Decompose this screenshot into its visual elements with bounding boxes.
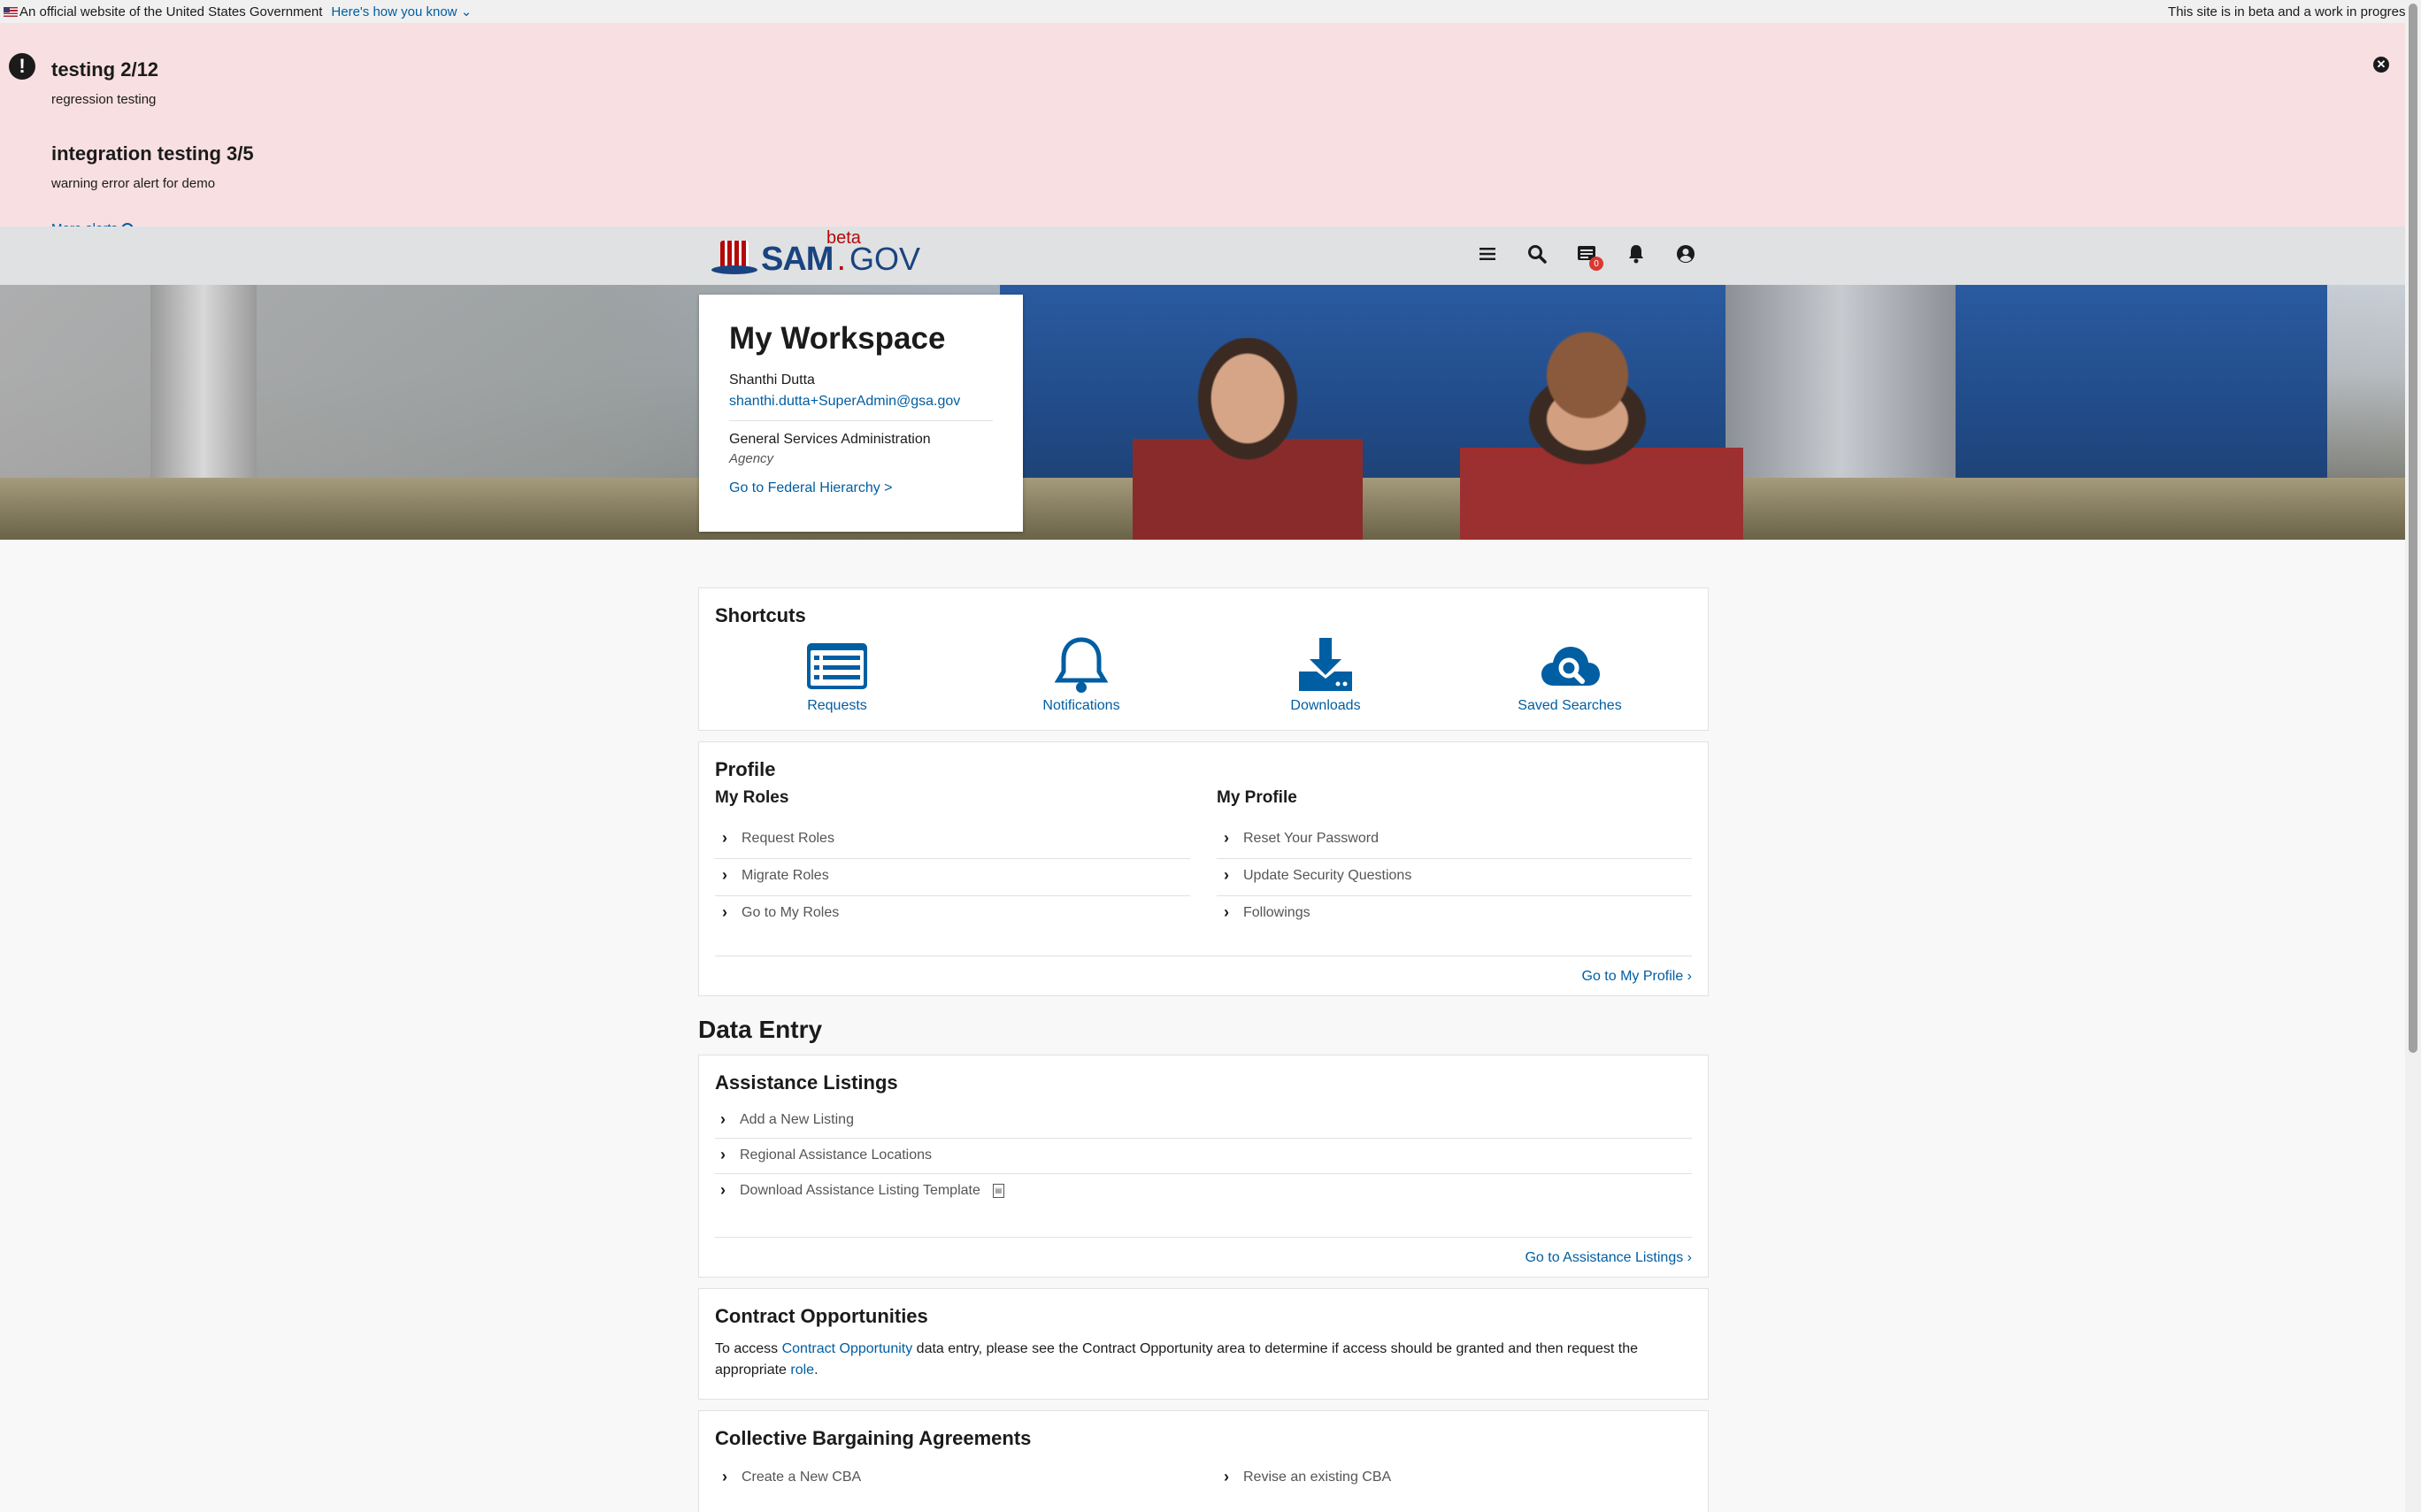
shortcut-label: Saved Searches — [1518, 698, 1622, 713]
contract-opportunities-title: Contract Opportunities — [715, 1305, 928, 1327]
request-roles-link[interactable]: › Request Roles — [715, 822, 1190, 859]
chevron-right-icon: › — [722, 866, 727, 884]
regional-assistance-locations-link[interactable]: › Regional Assistance Locations — [715, 1139, 1692, 1174]
shortcut-requests[interactable]: Requests — [715, 636, 959, 714]
profile-title: Profile — [715, 758, 776, 780]
cba-title: Collective Bargaining Agreements — [715, 1427, 1032, 1449]
reset-password-link[interactable]: › Reset Your Password — [1217, 822, 1692, 859]
menu-icon[interactable] — [1476, 242, 1499, 265]
my-roles-title: My Roles — [715, 788, 789, 807]
chevron-right-icon: › — [1224, 903, 1229, 921]
organization-type: Agency — [729, 451, 774, 466]
chevron-right-icon: › — [722, 1468, 727, 1485]
data-entry-title: Data Entry — [698, 1016, 823, 1043]
messages-badge: 0 — [1589, 257, 1603, 271]
go-to-assistance-listings-link[interactable]: Go to Assistance Listings › — [1525, 1250, 1692, 1265]
alert-item: testing 2/12 regression testing — [51, 58, 2370, 107]
my-profile-title: My Profile — [1217, 788, 1297, 807]
beta-label: beta — [826, 228, 861, 248]
site-header: SAM. GOV beta 0 — [0, 226, 2421, 285]
my-profile-column: My Profile › Reset Your Password › Update … — [1217, 788, 1692, 933]
shortcut-label: Requests — [807, 698, 867, 713]
download-listing-template-link[interactable]: › Download Assistance Listing Template ▤ — [715, 1174, 1692, 1209]
cba-card: Collective Bargaining Agreements › Create… — [698, 1410, 1709, 1512]
uncle-sam-hat-icon — [711, 241, 757, 276]
chevron-down-icon: ⌄ — [457, 4, 473, 19]
alert-body: warning error alert for demo — [51, 176, 216, 191]
contract-opportunity-link[interactable]: Contract Opportunity — [782, 1341, 913, 1356]
chevron-right-icon: › — [720, 1110, 726, 1128]
user-email-link[interactable]: shanthi.dutta+SuperAdmin@gsa.gov — [729, 394, 993, 410]
contract-opportunities-card: Contract Opportunities To access Contrac… — [698, 1288, 1709, 1400]
alert-title: testing 2/12 — [51, 58, 159, 81]
go-to-my-profile-link[interactable]: Go to My Profile › — [1582, 969, 1692, 984]
shortcut-notifications[interactable]: Notifications — [959, 636, 1203, 714]
messages-icon[interactable]: 0 — [1575, 242, 1603, 271]
download-icon — [1299, 638, 1352, 691]
close-alerts-button[interactable]: ✕ — [2373, 57, 2389, 73]
migrate-roles-link[interactable]: › Migrate Roles — [715, 859, 1190, 896]
sam-gov-logo[interactable]: SAM. GOV beta — [711, 228, 920, 276]
scrollbar-thumb[interactable] — [2409, 4, 2417, 1053]
hero-banner-image — [0, 285, 2421, 540]
how-you-know-link[interactable]: Here's how you know ⌄ — [331, 4, 472, 19]
go-to-my-roles-link[interactable]: › Go to My Roles — [715, 896, 1190, 933]
shortcut-saved-searches[interactable]: Saved Searches — [1448, 636, 1692, 714]
gov-banner: An official website of the United States… — [0, 0, 2421, 23]
profile-card: Profile My Roles › Request Roles › Migrate… — [698, 741, 1709, 996]
cloud-search-icon — [1541, 647, 1600, 686]
chevron-right-icon: › — [722, 829, 727, 847]
search-icon[interactable] — [1526, 242, 1549, 265]
alerts-panel: ! ✕ testing 2/12 regression testing inte… — [0, 23, 2421, 236]
list-icon — [807, 643, 867, 689]
my-roles-column: My Roles › Request Roles › Migrate Roles ›… — [715, 788, 1190, 933]
followings-link[interactable]: › Followings — [1217, 896, 1692, 933]
page-title: My Workspace — [729, 321, 946, 356]
add-new-listing-link[interactable]: › Add a New Listing — [715, 1103, 1692, 1139]
chevron-right-icon: › — [720, 1146, 726, 1163]
user-name: Shanthi Dutta — [729, 372, 815, 388]
organization-name: General Services Administration — [729, 432, 931, 447]
chevron-right-icon: › — [720, 1181, 726, 1199]
beta-notice: This site is in beta and a work in progr… — [2168, 4, 2412, 19]
us-flag-icon: An official website of the United States… — [4, 4, 322, 19]
divider — [729, 420, 993, 421]
chevron-right-icon: › — [1687, 1250, 1692, 1265]
chevron-right-icon: › — [722, 903, 727, 921]
shortcut-label: Downloads — [1290, 698, 1361, 713]
official-site-text: An official website of the United States… — [19, 4, 323, 19]
federal-hierarchy-link[interactable]: Go to Federal Hierarchy > — [729, 480, 993, 496]
main-content: Shortcuts Requests Notifications Downloa… — [698, 587, 1709, 1512]
shortcuts-title: Shortcuts — [715, 604, 806, 626]
alert-body: regression testing — [51, 92, 157, 107]
shortcut-downloads[interactable]: Downloads — [1203, 636, 1448, 714]
page-scrollbar[interactable] — [2405, 0, 2421, 1512]
assistance-listings-title: Assistance Listings — [715, 1071, 898, 1094]
role-link[interactable]: role — [790, 1362, 814, 1378]
pdf-file-icon: ▤ — [992, 1183, 1004, 1198]
alert-item: integration testing 3/5 warning error al… — [51, 142, 2370, 191]
shortcuts-card: Shortcuts Requests Notifications Downloa… — [698, 587, 1709, 731]
contract-opportunities-text: To access Contract Opportunity data entr… — [715, 1341, 1638, 1378]
create-cba-link[interactable]: › Create a New CBA — [715, 1457, 1190, 1497]
alert-title: integration testing 3/5 — [51, 142, 254, 165]
assistance-listings-card: Assistance Listings › Add a New Listing ›… — [698, 1055, 1709, 1278]
user-account-icon[interactable] — [1674, 242, 1697, 265]
bell-icon — [1054, 637, 1109, 693]
chevron-right-icon: › — [1224, 829, 1229, 847]
revise-cba-link[interactable]: › Revise an existing CBA — [1217, 1457, 1692, 1497]
exclamation-icon: ! — [9, 53, 35, 80]
bell-icon[interactable] — [1625, 242, 1648, 265]
chevron-right-icon: › — [1224, 866, 1229, 884]
chevron-right-icon: › — [1687, 969, 1692, 984]
shortcut-label: Notifications — [1042, 698, 1120, 713]
update-security-questions-link[interactable]: › Update Security Questions — [1217, 859, 1692, 896]
workspace-card: My Workspace Shanthi Dutta shanthi.dutta… — [699, 295, 1023, 532]
chevron-right-icon: › — [1224, 1468, 1229, 1485]
